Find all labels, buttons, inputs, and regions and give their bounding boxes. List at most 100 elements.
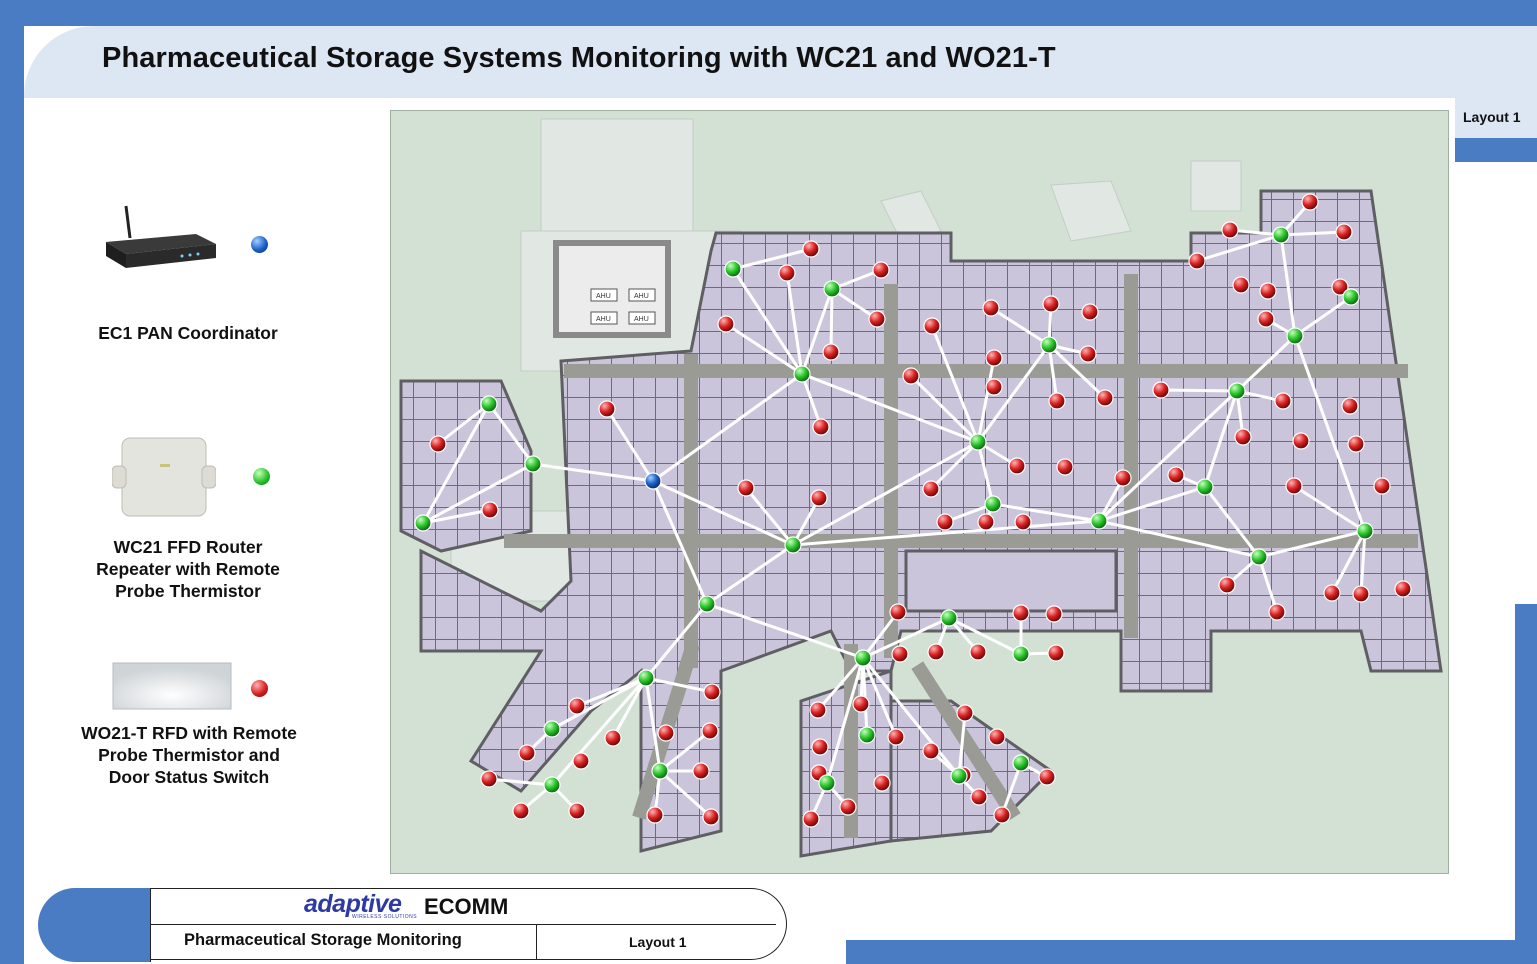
router-node <box>524 455 542 473</box>
router-node <box>1012 645 1030 663</box>
end-device-node <box>811 738 829 756</box>
end-device-node <box>518 744 536 762</box>
frame-bottom-band <box>846 940 1537 964</box>
footer-divider-horizontal <box>150 924 776 925</box>
router-node <box>1356 522 1374 540</box>
end-device-node <box>1079 345 1097 363</box>
end-device-node <box>936 513 954 531</box>
router-node <box>724 260 742 278</box>
end-device-node <box>902 367 920 385</box>
end-device-legend-dot <box>251 680 268 697</box>
end-device-node <box>1352 585 1370 603</box>
end-device-node <box>802 810 820 828</box>
end-device-node <box>812 418 830 436</box>
end-device-node <box>512 802 530 820</box>
tab-bar <box>1455 138 1537 162</box>
end-device-node <box>702 808 720 826</box>
router-node <box>1286 327 1304 345</box>
end-device-node <box>1047 644 1065 662</box>
end-device-node <box>922 480 940 498</box>
network-link <box>829 288 834 353</box>
legend-label-coordinator: EC1 PAN Coordinator <box>98 323 278 343</box>
router-node <box>1228 382 1246 400</box>
ahu-label: AHU <box>596 293 611 300</box>
router-node <box>543 776 561 794</box>
end-device-node <box>1268 603 1286 621</box>
end-device-node <box>1012 604 1030 622</box>
end-device-node <box>822 343 840 361</box>
end-device-node <box>737 479 755 497</box>
end-device-node <box>985 378 1003 396</box>
end-device-node <box>568 697 586 715</box>
frame-right-band <box>1515 604 1537 964</box>
router-node <box>1342 288 1360 306</box>
end-device-node <box>568 802 586 820</box>
page-title: Pharmaceutical Storage Systems Monitorin… <box>102 42 1056 74</box>
end-device-node <box>810 489 828 507</box>
layout-tab-label: Layout 1 <box>1463 109 1521 125</box>
end-device-node <box>969 643 987 661</box>
router-node <box>651 762 669 780</box>
router-node <box>784 536 802 554</box>
router-node <box>818 774 836 792</box>
frame-top-band <box>0 0 1537 26</box>
end-device-node <box>1259 282 1277 300</box>
router-node <box>1272 226 1290 244</box>
end-device-node <box>1335 223 1353 241</box>
footer-divider-left <box>150 888 151 962</box>
layout-tab[interactable]: Layout 1 <box>1455 98 1537 138</box>
router-node <box>698 595 716 613</box>
end-device-node <box>1008 457 1026 475</box>
end-device-node <box>1114 469 1132 487</box>
end-device-node <box>927 643 945 661</box>
footer-divider-vertical <box>536 924 537 960</box>
end-device-node <box>993 806 1011 824</box>
end-device-node <box>717 315 735 333</box>
end-device-node <box>1096 389 1114 407</box>
ahu-label: AHU <box>596 316 611 323</box>
router-node <box>984 495 1002 513</box>
router-node <box>480 395 498 413</box>
footer-subtitle: Pharmaceutical Storage Monitoring <box>184 931 462 949</box>
end-device-node <box>1285 477 1303 495</box>
end-device-node <box>481 501 499 519</box>
end-device-node <box>1081 303 1099 321</box>
end-device-node <box>872 261 890 279</box>
end-device-node <box>480 770 498 788</box>
coordinator-node <box>644 472 662 490</box>
router-node <box>1040 336 1058 354</box>
end-device-node <box>604 729 622 747</box>
end-device-node <box>646 806 664 824</box>
frame-left-band <box>0 0 24 964</box>
ahu-room: AHU AHU AHU AHU <box>553 240 671 338</box>
router-node <box>950 767 968 785</box>
adaptive-logo-subtitle: WIRELESS SOLUTIONS <box>352 914 418 920</box>
router-device-icon <box>106 205 216 268</box>
end-device-node <box>873 774 891 792</box>
end-device-node <box>839 798 857 816</box>
legend-label-router: WC21 FFD Router Repeater with Remote Pro… <box>96 537 280 601</box>
end-device-node <box>572 752 590 770</box>
end-device-node <box>1234 428 1252 446</box>
end-device-node <box>1394 580 1412 598</box>
frame-corner <box>1463 855 1515 940</box>
coordinator-legend-dot <box>251 236 268 253</box>
footer-product-name: ECOMM <box>424 894 509 919</box>
end-device-node <box>891 645 909 663</box>
end-device-node <box>1167 466 1185 484</box>
router-node <box>414 514 432 532</box>
end-device-node <box>977 513 995 531</box>
end-device-node <box>703 683 721 701</box>
router-node <box>940 609 958 627</box>
end-device-node <box>598 400 616 418</box>
router-node <box>823 280 841 298</box>
end-device-node <box>1038 768 1056 786</box>
router-node <box>1250 548 1268 566</box>
end-device-node <box>1152 381 1170 399</box>
router-node <box>969 433 987 451</box>
end-device-node <box>1221 221 1239 239</box>
footer-layout-label: Layout 1 <box>629 934 687 950</box>
end-device-node <box>1232 276 1250 294</box>
end-device-node <box>1188 252 1206 270</box>
open-area <box>904 549 1118 613</box>
